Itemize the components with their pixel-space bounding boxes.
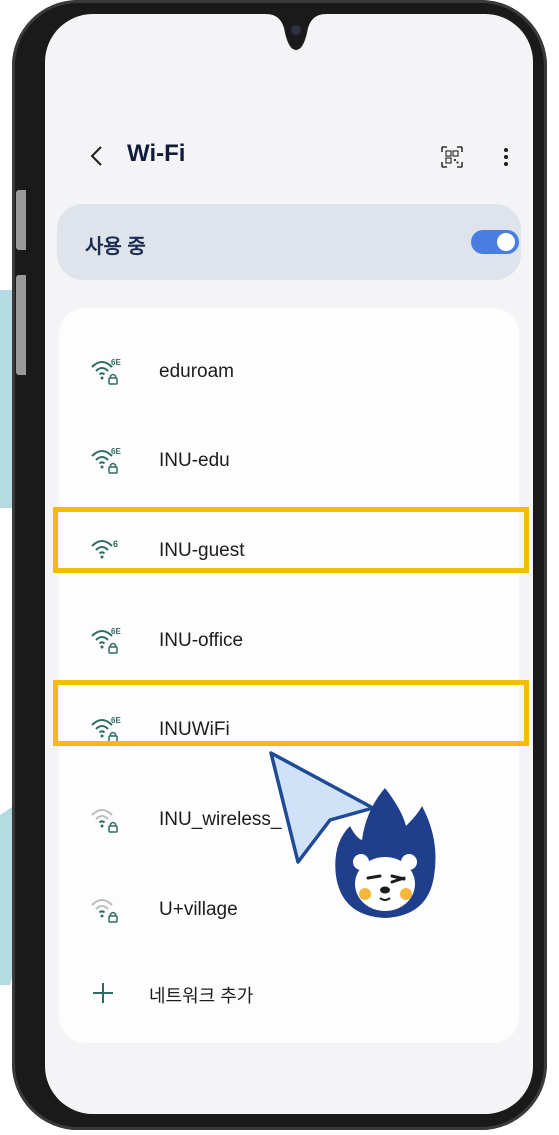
power-button: [16, 275, 26, 375]
page-title: Wi-Fi: [127, 140, 186, 167]
wifi-toggle-label: 사용 중: [85, 236, 146, 258]
svg-text:6E: 6E: [111, 627, 121, 636]
mascot-icon: [335, 788, 436, 918]
network-name: U+village: [159, 899, 238, 920]
svg-text:6E: 6E: [111, 447, 121, 456]
volume-button: [16, 190, 26, 250]
highlight-inuwifi: [53, 680, 529, 746]
network-list: 6E eduroam 6E INU-edu 6 INU-guest 6E INU…: [59, 308, 519, 1043]
network-item-u-village[interactable]: U+village: [59, 885, 519, 935]
wifi-switch[interactable]: [471, 230, 519, 254]
qr-scan-icon[interactable]: [440, 145, 464, 169]
wifi-6e-secure-icon: 6E: [91, 627, 121, 654]
network-item-eduroam[interactable]: 6E eduroam: [59, 347, 519, 397]
plus-icon: [93, 983, 113, 1003]
wifi-weak-secure-icon: [91, 899, 118, 923]
highlight-inu-guest: [53, 507, 529, 573]
wifi-6e-secure-icon: 6E: [91, 358, 121, 385]
wifi-weak-secure-icon: [91, 809, 118, 833]
more-vertical-icon[interactable]: [494, 145, 518, 169]
add-network-button[interactable]: 네트워크 추가: [59, 968, 519, 1018]
app-header: Wi-Fi: [45, 132, 533, 188]
switch-knob: [497, 233, 515, 251]
add-network-label: 네트워크 추가: [149, 986, 254, 1006]
chevron-left-icon[interactable]: [85, 144, 109, 168]
network-item-inu-office[interactable]: 6E INU-office: [59, 616, 519, 666]
network-item-inu-edu[interactable]: 6E INU-edu: [59, 436, 519, 486]
wifi-6e-secure-icon: 6E: [91, 447, 121, 474]
network-name: INU_wireless_: [159, 809, 282, 830]
network-name: INU-office: [159, 630, 244, 651]
wifi-toggle-row[interactable]: 사용 중: [57, 204, 521, 280]
network-name: INU-edu: [159, 450, 230, 471]
network-name: eduroam: [159, 361, 234, 382]
camera-notch: [266, 14, 326, 50]
svg-text:6E: 6E: [111, 358, 121, 367]
